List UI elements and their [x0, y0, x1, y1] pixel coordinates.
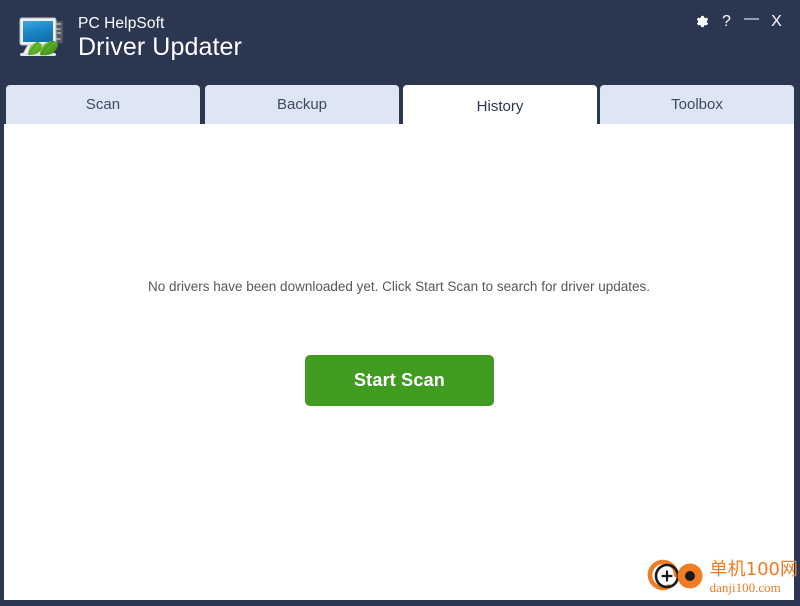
history-panel: No drivers have been downloaded yet. Cli… — [4, 124, 794, 600]
watermark: 单机100网 danji100.com — [647, 555, 798, 600]
gear-icon[interactable] — [690, 11, 713, 33]
tab-history-label: History — [476, 97, 524, 115]
tab-history[interactable]: History — [403, 85, 597, 127]
watermark-text: 单机100网 danji100.com — [709, 559, 798, 595]
brand-product-name: Driver Updater — [78, 33, 242, 62]
question-mark-icon[interactable]: ? — [715, 11, 738, 33]
application-window: PC HelpSoft Driver Updater ? — X Scan Ba… — [0, 0, 800, 606]
monitor-leaf-circuit-logo-icon — [14, 10, 70, 66]
brand: PC HelpSoft Driver Updater — [14, 10, 242, 66]
tab-backup[interactable]: Backup — [205, 85, 399, 124]
start-scan-button[interactable]: Start Scan — [305, 355, 494, 406]
tab-scan-label: Scan — [85, 96, 121, 113]
watermark-url: danji100.com — [709, 580, 781, 595]
tab-toolbox-label: Toolbox — [671, 96, 723, 113]
brand-text: PC HelpSoft Driver Updater — [78, 16, 242, 61]
empty-state-message: No drivers have been downloaded yet. Cli… — [147, 279, 650, 294]
watermark-site-name: 单机100网 — [709, 559, 798, 580]
close-icon[interactable]: X — [765, 11, 788, 33]
danji100-circles-logo-icon — [647, 555, 709, 600]
minimize-icon[interactable]: — — [740, 7, 763, 36]
brand-company-name: PC HelpSoft — [78, 14, 165, 32]
window-controls: ? — X — [690, 7, 788, 36]
tab-scan[interactable]: Scan — [6, 85, 200, 124]
title-bar: PC HelpSoft Driver Updater ? — X — [0, 0, 800, 82]
tab-strip: Scan Backup History Toolbox — [0, 82, 800, 127]
tab-toolbox[interactable]: Toolbox — [600, 85, 794, 124]
tab-backup-label: Backup — [276, 96, 328, 113]
